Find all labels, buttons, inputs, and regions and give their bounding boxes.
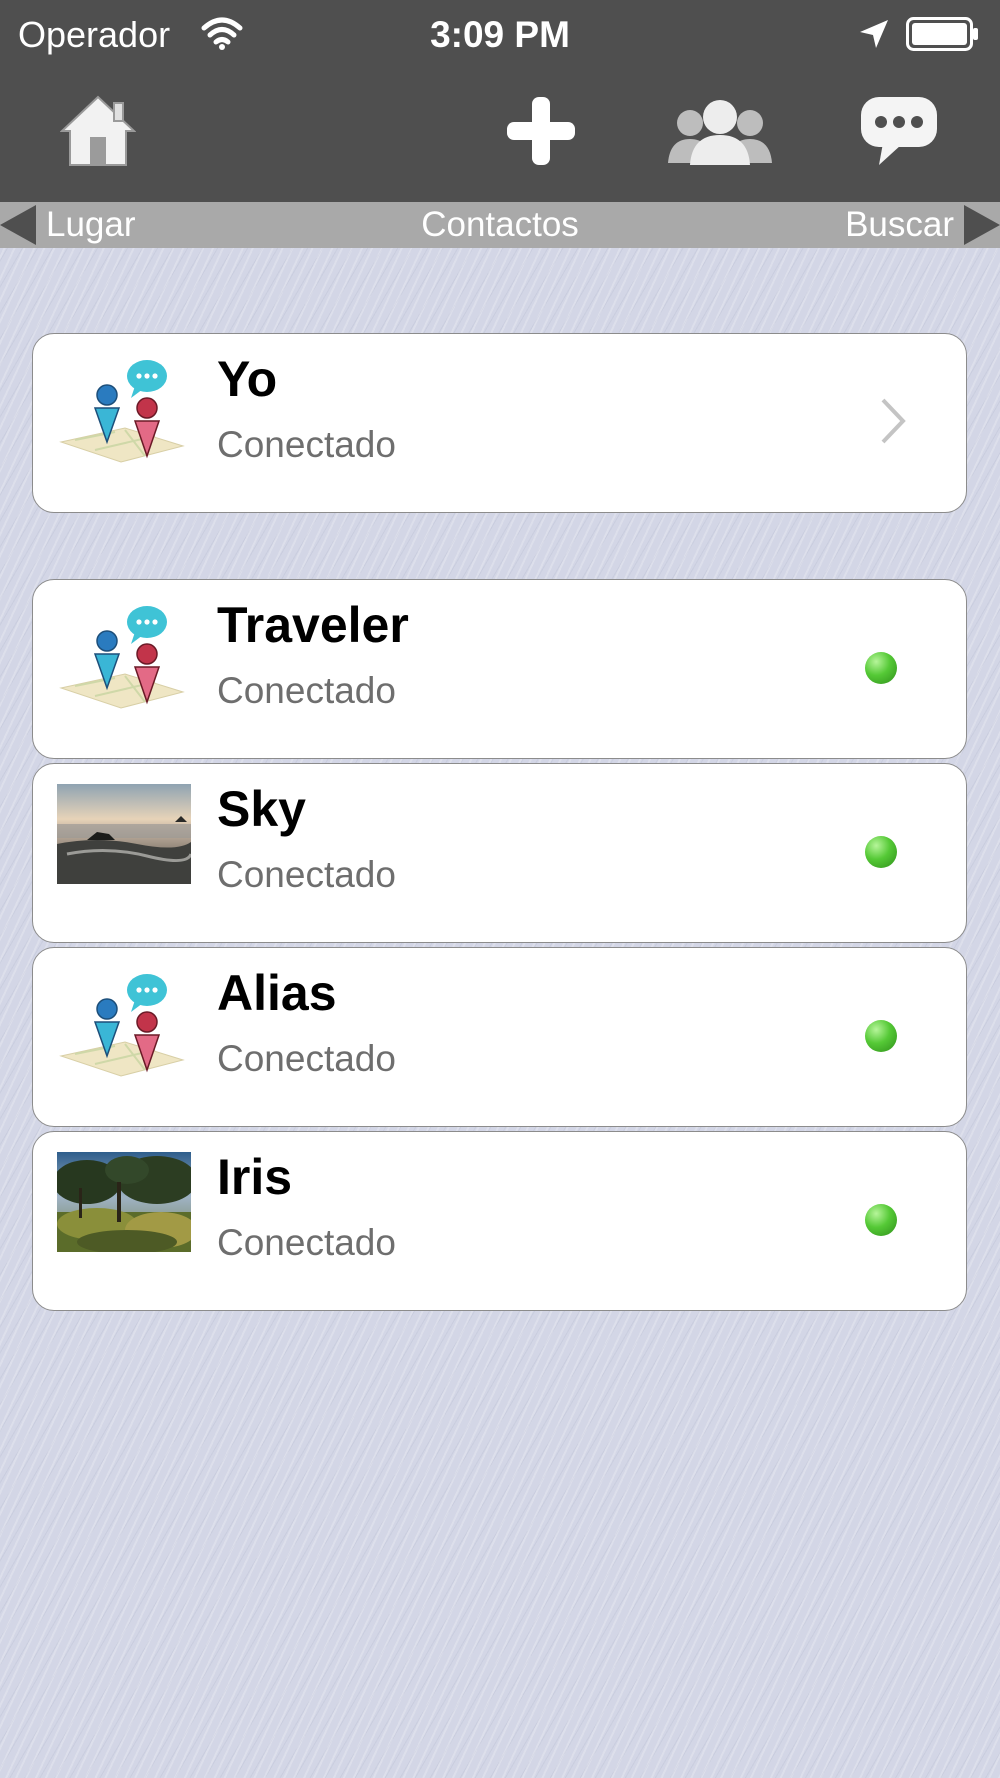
next-section-label: Buscar: [845, 205, 954, 244]
chevron-right-icon: [881, 398, 906, 444]
add-contact-button[interactable]: [496, 88, 586, 174]
online-indicator: [865, 1020, 897, 1052]
online-indicator: [865, 1204, 897, 1236]
app-logo-icon: [55, 596, 191, 732]
add-icon: [507, 97, 575, 165]
home-icon: [60, 95, 136, 166]
sea-rocks-photo: [57, 784, 191, 884]
contact-status: Conectado: [217, 1038, 396, 1079]
home-button[interactable]: [50, 88, 146, 174]
next-section-button[interactable]: Buscar: [845, 202, 1000, 248]
online-indicator: [865, 652, 897, 684]
app-logo-icon: [55, 350, 191, 486]
status-bar: Operador 3:09 PM: [0, 0, 1000, 70]
contact-name: Iris: [217, 1149, 293, 1205]
prev-section-button[interactable]: Lugar: [0, 202, 136, 248]
contact-status: Conectado: [217, 670, 396, 711]
location-arrow-icon: [860, 20, 888, 48]
top-toolbar: Operador 3:09 PM: [0, 0, 1000, 202]
contact-row[interactable]: Traveler Conectado: [32, 579, 967, 759]
clock-time: 3:09 PM: [430, 14, 570, 55]
chat-icon: [861, 97, 937, 165]
contact-row[interactable]: Iris Conectado: [32, 1131, 967, 1311]
app-logo-icon: [55, 964, 191, 1100]
chat-button[interactable]: [852, 88, 946, 174]
contact-status: Conectado: [217, 854, 396, 895]
contacts-button[interactable]: [664, 88, 776, 174]
contact-name: Traveler: [217, 597, 409, 653]
left-arrow-icon: [0, 205, 36, 245]
my-profile-row[interactable]: Yo Conectado: [32, 333, 967, 513]
my-name: Yo: [217, 351, 278, 407]
trees-photo: [57, 1152, 191, 1252]
battery-icon: [906, 17, 978, 51]
section-nav: Contactos Lugar Buscar: [0, 202, 1000, 248]
prev-section-label: Lugar: [46, 205, 136, 244]
right-arrow-icon: [964, 205, 1000, 245]
contacts-icon: [668, 100, 772, 165]
contact-name: Sky: [217, 781, 306, 837]
contact-row[interactable]: Sky Conectado: [32, 763, 967, 943]
contact-name: Alias: [217, 965, 337, 1021]
contact-status: Conectado: [217, 1222, 396, 1263]
online-indicator: [865, 836, 897, 868]
my-status: Conectado: [217, 424, 396, 465]
contact-row[interactable]: Alias Conectado: [32, 947, 967, 1127]
